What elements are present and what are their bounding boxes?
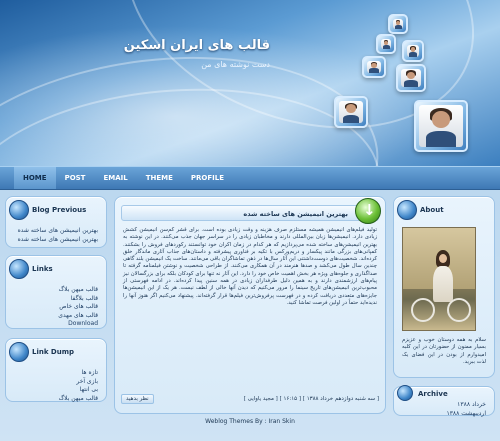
photo-cube: [388, 14, 408, 34]
about-panel: About سلام به همه دوستان خوب و عزیزم بسی…: [393, 196, 495, 378]
nav-home[interactable]: HOME: [14, 167, 56, 189]
nav-post[interactable]: POST: [56, 167, 95, 189]
globe-icon: [9, 200, 29, 220]
list-item[interactable]: خرداد ۱۳۸۸: [402, 401, 486, 410]
list-item[interactable]: قالب های مهدی: [14, 312, 98, 321]
list-item[interactable]: قالب میهن بلاگ: [14, 395, 98, 404]
footer-credit[interactable]: Weblog Themes By : Iran Skin: [0, 418, 500, 425]
site-tagline: دست نوشته های من: [201, 60, 270, 69]
panel-header: About: [394, 197, 494, 223]
about-text: سلام به همه دوستان خوب و عزیزم بسیار ممن…: [402, 337, 486, 365]
post-body: تولید فیلم‌های انیمیشن همیشه مستلزم صرف …: [123, 227, 377, 306]
profile-photo: [402, 227, 476, 331]
list-item[interactable]: قالب بلاگفا: [14, 295, 98, 304]
globe-icon: [9, 259, 29, 279]
panel-header: Blog Previous: [6, 197, 106, 223]
list-item[interactable]: Download: [14, 320, 98, 329]
post-meta: [ سه شنبه دوازدهم خرداد ۱۳۸۸ ] [ ۱۶:۱۵ ]…: [243, 396, 379, 402]
site-title[interactable]: قالب های ایران اسکین: [124, 38, 270, 53]
download-arrow-icon: [355, 198, 381, 224]
photo-cube: [362, 56, 386, 78]
globe-icon: [9, 342, 29, 362]
photo-cube: [414, 100, 468, 152]
list-item[interactable]: قالب های خاص: [14, 303, 98, 312]
list-item[interactable]: قالب میهن بلاگ: [14, 286, 98, 295]
comment-button[interactable]: نظر بدهید: [121, 394, 154, 404]
photo-cube: [376, 34, 396, 54]
panel-header: Links: [6, 256, 106, 282]
nav-theme[interactable]: THEME: [137, 167, 182, 189]
post-title[interactable]: بهترین انیمیشن های ساخته شده: [243, 210, 348, 218]
panel-header: Link Dump: [6, 339, 106, 365]
globe-icon: [397, 385, 413, 401]
photo-cube: [334, 96, 368, 128]
list-item[interactable]: بازی آخر: [14, 378, 98, 387]
list-item[interactable]: بی انتها: [14, 386, 98, 395]
nav-email[interactable]: EMAIL: [94, 167, 136, 189]
globe-icon: [397, 200, 417, 220]
main-nav: HOME POST EMAIL THEME PROFILE: [0, 166, 500, 190]
post-panel: بهترین انیمیشن های ساخته شده تولید فیلم‌…: [114, 196, 386, 414]
link-dump-panel: Link Dump تازه ها بازی آخر بی انتها قالب…: [5, 338, 107, 402]
list-item[interactable]: اردیبهشت ۱۳۸۸: [402, 410, 486, 419]
header-banner: قالب های ایران اسکین دست نوشته های من: [0, 0, 500, 166]
panel-title: Links: [32, 265, 53, 273]
panel-title: Link Dump: [32, 348, 75, 356]
post-title-bar: بهترین انیمیشن های ساخته شده: [121, 198, 381, 224]
panel-body: تازه ها بازی آخر بی انتها قالب میهن بلاگ: [6, 365, 106, 407]
panel-title: Blog Previous: [32, 206, 87, 214]
list-item[interactable]: بهترین انیمیشن های ساخته شده: [14, 236, 98, 245]
photo-cube: [396, 64, 426, 92]
archive-panel: Archive خرداد ۱۳۸۸ اردیبهشت ۱۳۸۸: [393, 385, 495, 419]
panel-title: Archive: [418, 390, 448, 398]
panel-title: About: [420, 206, 444, 214]
blog-previous-panel: Blog Previous بهترین انیمیشن های ساخته ش…: [5, 196, 107, 248]
nav-profile[interactable]: PROFILE: [182, 167, 233, 189]
panel-header: Archive: [394, 385, 494, 401]
list-item[interactable]: تازه ها: [14, 369, 98, 378]
links-panel: Links قالب میهن بلاگ قالب بلاگفا قالب ها…: [5, 255, 107, 329]
panel-body: بهترین انیمیشن های ساخته شده بهترین انیم…: [6, 223, 106, 248]
post-footer: نظر بدهید [ سه شنبه دوازدهم خرداد ۱۳۸۸ ]…: [121, 393, 379, 405]
list-item[interactable]: بهترین انیمیشن های ساخته شده: [14, 227, 98, 236]
panel-body: قالب میهن بلاگ قالب بلاگفا قالب های خاص …: [6, 282, 106, 333]
photo-cube: [402, 40, 424, 62]
